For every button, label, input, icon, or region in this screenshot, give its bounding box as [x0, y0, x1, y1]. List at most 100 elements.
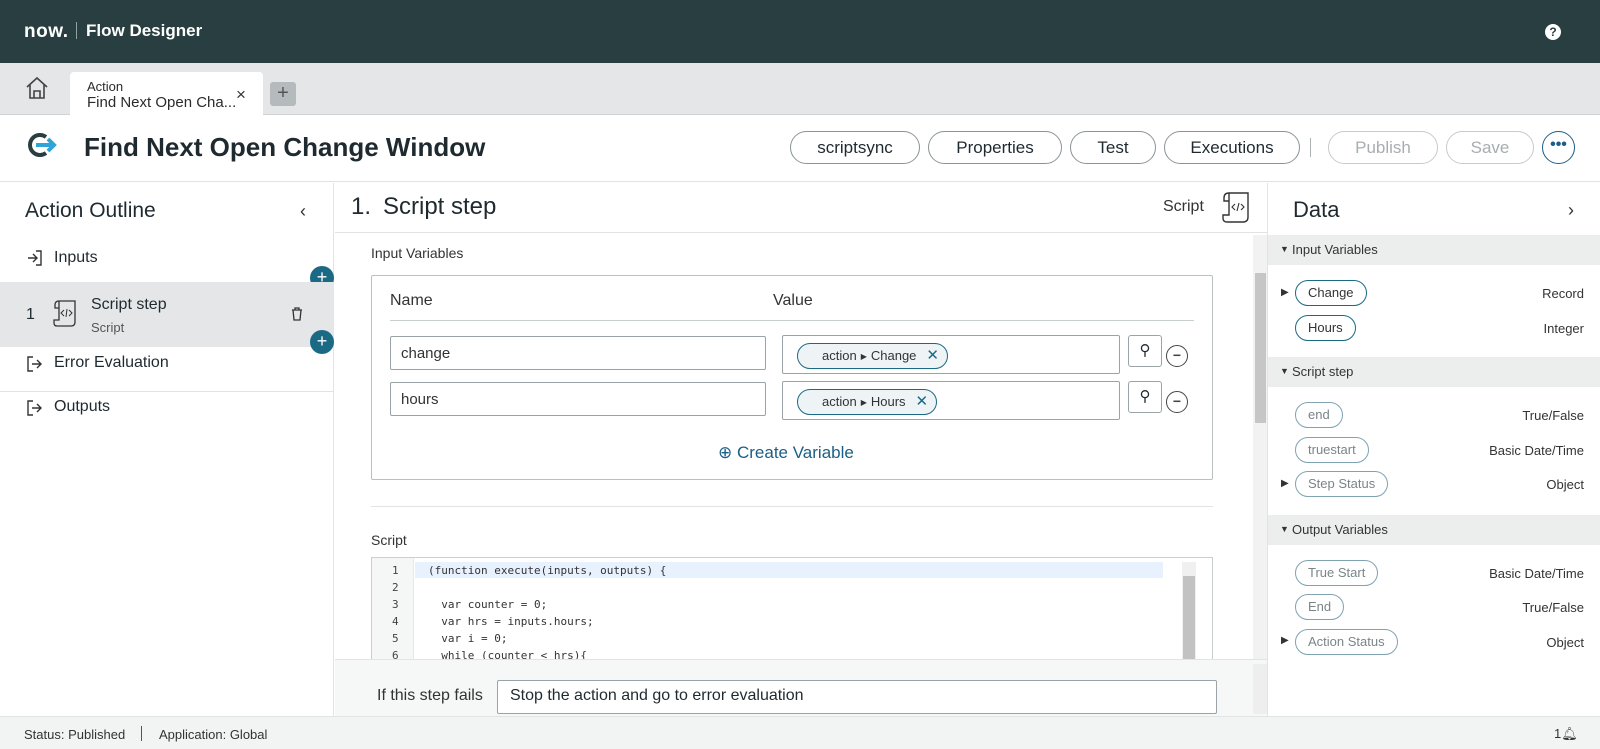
variable-value-field[interactable]: action ▶ Hours ✕: [782, 381, 1120, 420]
top-header: now. Flow Designer ?: [0, 0, 1600, 63]
add-circle-icon: ⊕: [718, 443, 733, 462]
pill-caret-icon: ▶: [860, 352, 867, 361]
bell-icon: 🔔︎: [1561, 726, 1578, 741]
outline-item-error-evaluation[interactable]: Error Evaluation: [0, 351, 334, 383]
add-tab-button[interactable]: +: [270, 82, 296, 106]
step-header-title: Script step: [383, 193, 497, 220]
fail-behavior-value: Stop the action and go to error evaluati…: [510, 687, 804, 704]
data-pill-end[interactable]: end: [1295, 402, 1343, 428]
expand-caret-icon[interactable]: ▶: [1281, 635, 1289, 646]
script-scroll-icon: [1222, 190, 1252, 224]
data-type-label: True/False: [1522, 408, 1584, 423]
data-type-label: Object: [1546, 477, 1584, 492]
code-scrollbar-thumb[interactable]: [1183, 576, 1195, 668]
section-divider: [371, 506, 1213, 507]
notifications-indicator[interactable]: 1🔔︎: [1554, 726, 1578, 742]
outline-item-label: Inputs: [54, 249, 98, 266]
line-number: 5: [392, 632, 399, 645]
logo-divider: [76, 22, 77, 39]
action-outline-panel: Action Outline ‹ Inputs + 1 Script step …: [0, 183, 334, 716]
code-line: var i = 0;: [428, 632, 508, 645]
outline-title: Action Outline: [25, 199, 156, 222]
action-title: Find Next Open Change Window: [84, 132, 486, 162]
data-pill-truestart[interactable]: truestart: [1295, 437, 1369, 463]
remove-variable-icon[interactable]: −: [1166, 345, 1188, 367]
variable-name-input[interactable]: [390, 336, 766, 370]
data-pill-picker-icon[interactable]: ⚲: [1128, 381, 1162, 413]
home-icon[interactable]: [24, 75, 50, 101]
test-button[interactable]: Test: [1070, 131, 1156, 164]
data-type-label: Basic Date/Time: [1489, 566, 1584, 581]
section-label: Input Variables: [1292, 242, 1378, 257]
collapse-outline-icon[interactable]: ‹: [300, 201, 306, 222]
variable-value-field[interactable]: action ▶ Change ✕: [782, 335, 1120, 374]
outline-item-script-step[interactable]: 1 Script step Script: [0, 282, 334, 347]
value-column-header: Value: [773, 292, 813, 309]
data-pill-picker-icon[interactable]: ⚲: [1128, 335, 1162, 367]
close-tab-icon[interactable]: ×: [236, 85, 246, 105]
script-editor[interactable]: 1 2 3 4 5 6 7 (function execute(inputs, …: [371, 557, 1213, 669]
variable-name-input[interactable]: [390, 382, 766, 416]
outline-item-label: Error Evaluation: [54, 354, 169, 371]
data-section-output-variables[interactable]: ▼ Output Variables: [1268, 515, 1600, 545]
output-arrow-icon: [26, 355, 42, 373]
data-pill[interactable]: action ▶ Change ✕: [797, 343, 948, 369]
data-section-input-variables[interactable]: ▼ Input Variables: [1268, 235, 1600, 265]
data-pill-change[interactable]: Change: [1295, 280, 1367, 306]
data-pill[interactable]: action ▶ Hours ✕: [797, 389, 938, 415]
pill-value: Change: [870, 348, 917, 363]
script-scroll-icon: [53, 298, 79, 328]
action-header: Find Next Open Change Window scriptsync …: [0, 116, 1600, 182]
remove-variable-icon[interactable]: −: [1166, 391, 1188, 413]
data-panel-title: Data: [1293, 197, 1340, 222]
fail-behavior-label: If this step fails: [377, 687, 483, 704]
remove-pill-icon[interactable]: ✕: [926, 347, 939, 364]
data-type-label: Basic Date/Time: [1489, 443, 1584, 458]
trash-icon[interactable]: [291, 307, 303, 321]
expand-caret-icon[interactable]: ▶: [1281, 287, 1289, 298]
executions-button[interactable]: Executions: [1164, 131, 1300, 164]
step-header: 1. Script step Script: [335, 183, 1267, 233]
more-options-button[interactable]: •••: [1542, 131, 1575, 164]
outline-item-outputs[interactable]: Outputs: [0, 395, 334, 425]
data-type-label: Integer: [1543, 321, 1584, 336]
data-pill-step-status[interactable]: Step Status: [1295, 471, 1389, 497]
code-line: var counter = 0;: [428, 598, 548, 611]
name-column-header: Name: [390, 292, 433, 309]
line-number: 3: [392, 598, 399, 611]
expand-caret-icon[interactable]: ▶: [1281, 478, 1289, 489]
application-text: Application: Global: [159, 727, 268, 742]
data-pill-hours[interactable]: Hours: [1295, 315, 1356, 341]
status-divider: [141, 726, 142, 741]
data-type-label: Record: [1542, 286, 1584, 301]
input-variables-table: Name Value action▶Change✕ ⚲ − action▶Hou…: [371, 275, 1213, 480]
tab-name-label: Find Next Open Cha...: [87, 94, 237, 111]
remove-pill-icon[interactable]: ✕: [916, 393, 929, 410]
panel-scrollbar[interactable]: [1253, 664, 1267, 714]
servicenow-logo[interactable]: now.: [24, 21, 69, 43]
step-header-number: 1.: [351, 193, 372, 220]
data-type-label: Object: [1546, 635, 1584, 650]
data-pill-action-status[interactable]: Action Status: [1295, 629, 1398, 655]
scriptsync-button[interactable]: scriptsync: [790, 131, 920, 164]
publish-button[interactable]: Publish: [1328, 131, 1438, 164]
save-button[interactable]: Save: [1446, 131, 1534, 164]
data-pill-end-output[interactable]: End: [1295, 594, 1345, 620]
help-icon[interactable]: ?: [1545, 24, 1561, 40]
data-section-script-step[interactable]: ▼ Script step: [1268, 357, 1600, 387]
tab-bar: Action Find Next Open Cha... × +: [0, 63, 1600, 116]
step-name: Script step: [91, 296, 167, 313]
section-label: Output Variables: [1292, 522, 1388, 537]
fail-behavior-select[interactable]: Stop the action and go to error evaluati…: [497, 680, 1217, 714]
pill-value: Hours: [870, 394, 906, 409]
step-type: Script: [91, 320, 125, 335]
line-number: 4: [392, 615, 399, 628]
tab-find-next-open-change[interactable]: Action Find Next Open Cha... ×: [70, 72, 263, 116]
expand-data-icon[interactable]: ›: [1568, 200, 1574, 221]
editor-scrollbar-thumb[interactable]: [1255, 273, 1266, 423]
properties-button[interactable]: Properties: [928, 131, 1062, 164]
data-pill-true-start[interactable]: True Start: [1295, 560, 1379, 586]
create-variable-link[interactable]: ⊕ Create Variable: [718, 443, 854, 463]
outline-item-inputs[interactable]: Inputs: [0, 245, 334, 275]
script-label: Script: [371, 532, 407, 548]
